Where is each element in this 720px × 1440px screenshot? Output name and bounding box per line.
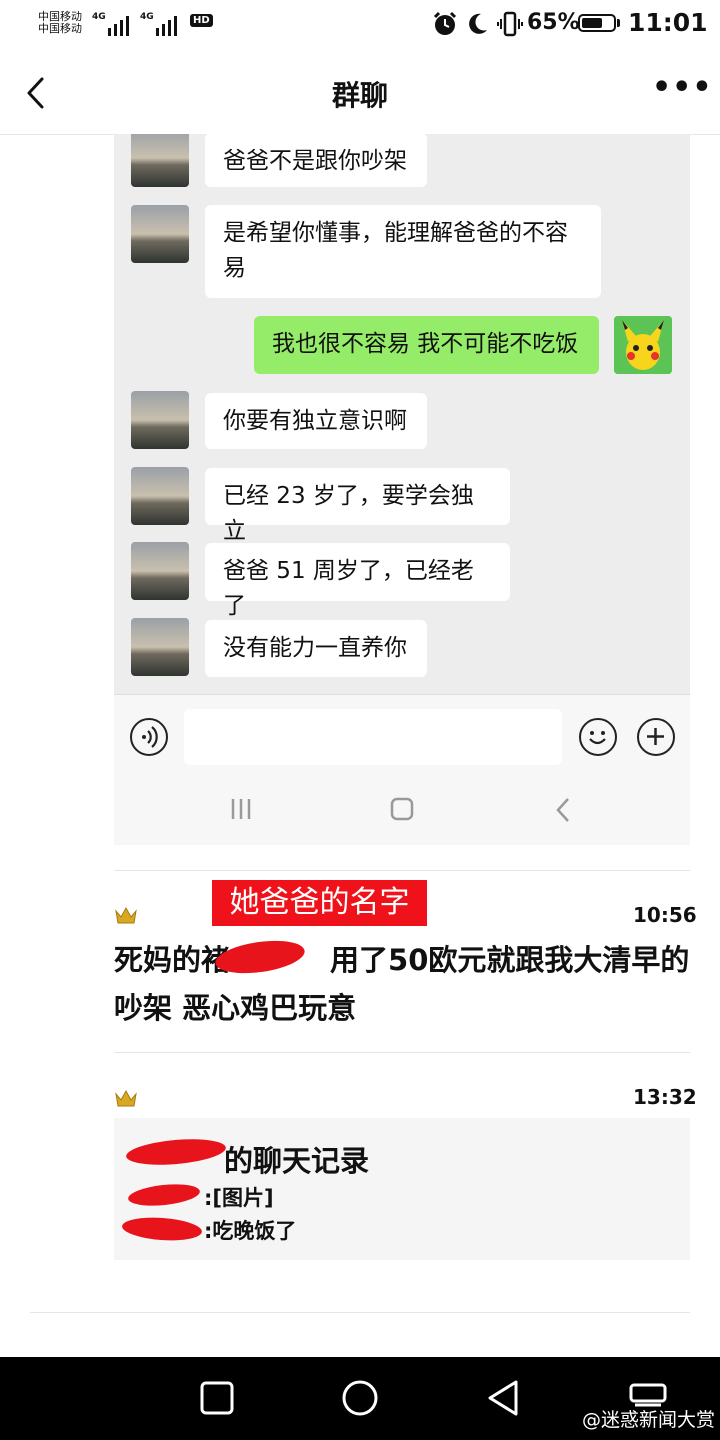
annotation-label: 她爸爸的名字 (212, 880, 427, 926)
hd-badge: HD (190, 14, 213, 27)
carrier-2: 中国移动 (38, 22, 82, 35)
message-bubble[interactable]: 已经 23 岁了，要学会独立 (205, 468, 510, 544)
avatar[interactable] (131, 467, 189, 525)
card-line-2: :吃晚饭了 (204, 1219, 297, 1243)
more-menu-icon[interactable]: ••• (652, 70, 713, 105)
clock: 11:01 (628, 8, 708, 37)
chat-record-card[interactable]: 的聊天记录 :[图片] :吃晚饭了 (114, 1118, 690, 1260)
home-button-icon[interactable] (341, 1379, 379, 1417)
message-bubble[interactable]: 没有能力一直养你 (205, 620, 427, 677)
divider (114, 870, 690, 871)
battery-tip (617, 19, 620, 27)
vibrate-icon (497, 11, 523, 37)
chat-screenshot: 爸爸不是跟你吵架 是希望你懂事，能理解爸爸的不容易 我也很不容易 我不可能不吃饭… (114, 134, 690, 694)
app-header: 群聊 ••• (0, 50, 720, 135)
my-avatar[interactable] (614, 316, 672, 374)
message-bubble[interactable]: 是希望你懂事，能理解爸爸的不容易 (205, 205, 601, 298)
redaction-mark (121, 1215, 203, 1243)
keyboard-icon[interactable] (629, 1383, 669, 1407)
card-title: 的聊天记录 (224, 1144, 370, 1178)
alarm-icon (433, 11, 457, 35)
avatar[interactable] (131, 618, 189, 676)
page-title: 群聊 (331, 79, 388, 112)
battery-icon (578, 14, 616, 32)
network-type-1: 4G (92, 12, 106, 22)
message-bubble[interactable]: 你要有独立意识啊 (205, 393, 427, 449)
my-message-bubble[interactable]: 我也很不容易 我不可能不吃饭 (254, 316, 599, 374)
crown-icon (114, 905, 138, 930)
moon-icon (469, 13, 487, 34)
home-icon[interactable] (390, 797, 414, 821)
card-line-1: :[图片] (204, 1186, 274, 1210)
avatar[interactable] (131, 391, 189, 449)
avatar[interactable] (131, 205, 189, 263)
signal-icon-2 (156, 14, 184, 36)
voice-icon[interactable] (130, 718, 168, 756)
battery-percent: 65% (527, 10, 580, 35)
status-bar: 中国移动 中国移动 4G 4G HD 65% 11:01 (0, 0, 720, 50)
post-time: 10:56 (633, 903, 697, 927)
watermark: @迷惑新闻大赏 (582, 1409, 716, 1431)
post-message: 死妈的褚 用了50欧元就跟我大清早的 吵架 恶心鸡巴玩意 (114, 943, 690, 1025)
post-time: 13:32 (633, 1085, 697, 1109)
redaction-mark (125, 1135, 227, 1169)
crown-icon (114, 1088, 138, 1113)
avatar[interactable] (131, 134, 189, 187)
nav-back-icon[interactable] (555, 797, 571, 823)
redaction-mark (127, 1181, 201, 1209)
signal-icon (108, 14, 136, 36)
message-bubble[interactable]: 爸爸 51 周岁了，已经老了 (205, 543, 510, 619)
avatar[interactable] (131, 542, 189, 600)
message-bubble[interactable]: 爸爸不是跟你吵架 (205, 134, 427, 187)
carrier-labels: 中国移动 中国移动 (38, 11, 82, 35)
message-input[interactable] (184, 709, 562, 765)
divider (114, 1052, 690, 1053)
divider (30, 1312, 690, 1313)
network-type-2: 4G (140, 12, 154, 22)
recent-apps-icon[interactable] (230, 797, 252, 821)
plus-icon[interactable] (637, 718, 675, 756)
overview-icon[interactable] (200, 1381, 234, 1415)
chat-composer (114, 694, 690, 845)
back-button-icon[interactable] (486, 1379, 520, 1417)
emoji-icon[interactable] (579, 718, 617, 756)
